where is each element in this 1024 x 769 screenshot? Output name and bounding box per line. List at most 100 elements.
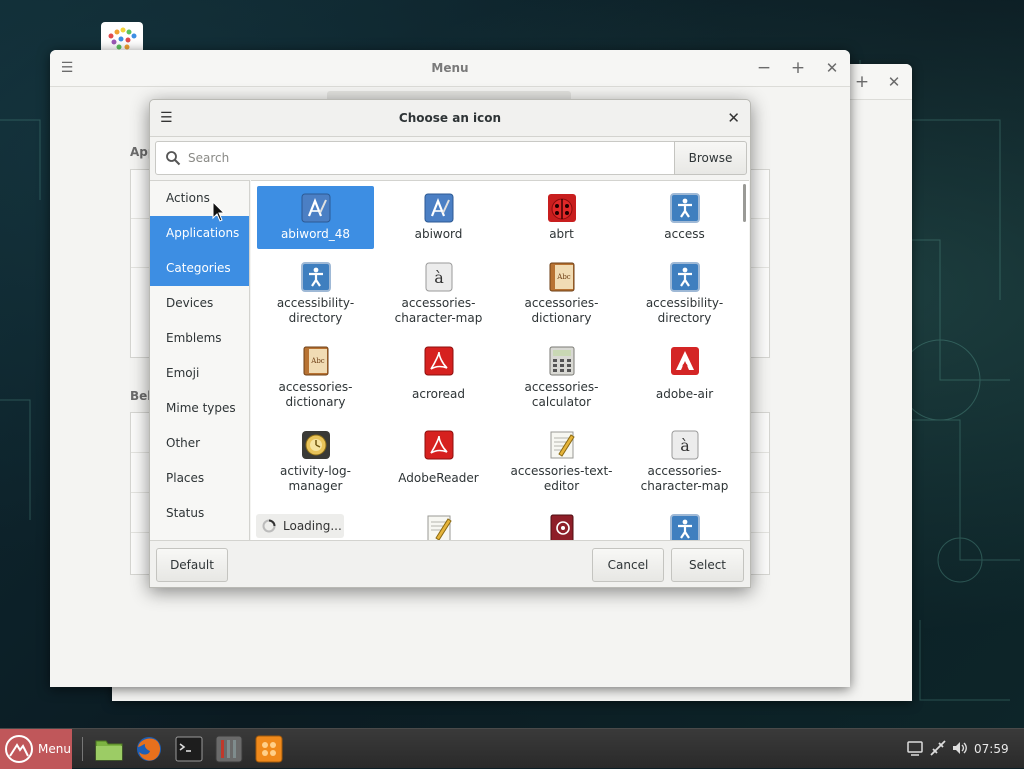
network-icon[interactable] <box>929 739 947 757</box>
character-map-icon: à <box>425 262 452 292</box>
maximize-button[interactable]: + <box>845 64 879 100</box>
cancel-button[interactable]: Cancel <box>592 548 664 582</box>
icon-label: accessories-character-map <box>394 296 483 325</box>
category-item-devices[interactable]: Devices <box>150 286 249 321</box>
category-item-emoji[interactable]: Emoji <box>150 356 249 391</box>
icon-cell[interactable]: accessories-calculator <box>503 346 620 416</box>
spinner-icon <box>262 519 276 533</box>
icon-grid-view: abiword_48 abiword abrt access accessibi… <box>251 180 749 542</box>
icon-cell[interactable]: activity-log-manager <box>257 430 374 500</box>
svg-text:Abc: Abc <box>556 273 571 281</box>
start-menu-label: Menu <box>38 742 71 756</box>
menu-window-headerbar: ☰ Menu − + ✕ <box>50 50 850 87</box>
text-editor-icon <box>550 431 575 459</box>
accessibility-icon <box>669 262 700 292</box>
svg-text:à: à <box>680 436 690 455</box>
icon-label: accessories-dictionary <box>278 380 353 409</box>
accessibility-icon <box>669 193 700 223</box>
dialog-headerbar: ☰ Choose an icon ✕ <box>150 100 750 137</box>
icon-label: accessibility-directory <box>276 296 355 325</box>
search-field[interactable] <box>155 141 675 175</box>
icon-label: acroread <box>412 387 465 401</box>
icon-cell[interactable]: adobe-air <box>626 346 743 416</box>
icon-label: accessories-calculator <box>524 380 599 409</box>
firefox-icon[interactable] <box>135 735 163 763</box>
icon-label: accessories-character-map <box>640 464 729 493</box>
icon-cell[interactable]: à accessories-character-map <box>626 430 743 500</box>
address-book-icon <box>550 514 573 542</box>
settings-icon[interactable] <box>215 735 243 763</box>
category-item-actions[interactable]: Actions <box>150 181 249 216</box>
file-manager-icon[interactable] <box>95 735 123 763</box>
icon-label: abiword_48 <box>280 227 351 241</box>
text-editor-icon <box>427 515 452 542</box>
svg-text:à: à <box>434 268 444 287</box>
category-item-mime-types[interactable]: Mime types <box>150 391 249 426</box>
desktop-app-icon[interactable] <box>101 22 143 52</box>
search-input[interactable] <box>186 142 666 174</box>
choose-icon-dialog: ☰ Choose an icon ✕ Browse Actions Applic… <box>149 99 751 588</box>
icon-cell[interactable]: accessories-text-editor <box>503 430 620 500</box>
category-item-other[interactable]: Other <box>150 426 249 461</box>
icon-cell[interactable]: acroread <box>380 346 497 416</box>
window-title: Menu <box>431 61 469 75</box>
icon-cell[interactable]: Abc accessories-dictionary <box>257 346 374 416</box>
start-menu-button[interactable]: Menu <box>0 729 72 769</box>
character-map-icon: à <box>671 430 698 460</box>
category-item-places[interactable]: Places <box>150 461 249 496</box>
loading-indicator: Loading... <box>256 514 344 538</box>
loading-text: Loading... <box>283 519 342 533</box>
default-button[interactable]: Default <box>156 548 228 582</box>
icon-cell[interactable]: abrt <box>503 186 620 249</box>
calculator-icon <box>549 346 574 376</box>
accessibility-icon <box>300 262 331 292</box>
close-icon[interactable]: ✕ <box>727 100 740 137</box>
icon-cell[interactable]: Abc accessories-dictionary <box>503 262 620 332</box>
icon-cell[interactable] <box>626 514 743 542</box>
display-icon[interactable] <box>906 739 924 757</box>
icon-label: accessories-text-editor <box>510 464 613 493</box>
taskbar: Menu 07:59 <box>0 728 1024 769</box>
icon-cell[interactable]: abiword_48 <box>257 186 374 249</box>
category-item-emblems[interactable]: Emblems <box>150 321 249 356</box>
icon-label: abrt <box>549 227 574 241</box>
icon-cell[interactable]: AdobeReader <box>380 430 497 500</box>
scrollbar[interactable] <box>743 184 746 222</box>
browse-button[interactable]: Browse <box>674 141 747 175</box>
dictionary-icon: Abc <box>303 346 328 376</box>
accessibility-icon <box>669 514 700 542</box>
terminal-icon[interactable] <box>175 735 203 763</box>
icon-cell[interactable]: accessibility-directory <box>626 262 743 332</box>
icon-label: abiword <box>414 227 463 241</box>
close-button[interactable]: ✕ <box>877 64 911 100</box>
minimize-button[interactable]: − <box>747 50 781 86</box>
icon-label: accessibility-directory <box>645 296 724 325</box>
category-item-categories[interactable]: Categories <box>150 251 249 286</box>
search-icon <box>166 151 181 166</box>
icon-cell[interactable] <box>380 514 497 542</box>
icon-cell[interactable] <box>503 514 620 542</box>
dialog-footer: Default Cancel Select <box>150 540 750 587</box>
taskbar-separator <box>82 737 83 761</box>
icon-label: activity-log-manager <box>280 464 351 493</box>
close-button[interactable]: ✕ <box>815 50 849 86</box>
dialog-title: Choose an icon <box>398 111 502 125</box>
icon-label: AdobeReader <box>398 471 479 485</box>
maximize-button[interactable]: + <box>781 50 815 86</box>
clock[interactable]: 07:59 <box>974 729 1009 769</box>
icon-cell[interactable]: abiword <box>380 186 497 249</box>
dictionary-icon: Abc <box>549 262 574 292</box>
icon-cell[interactable]: à accessories-character-map <box>380 262 497 332</box>
software-manager-icon[interactable] <box>255 735 283 763</box>
category-item-applications[interactable]: Applications <box>150 216 249 251</box>
abrt-ladybug-icon <box>547 194 576 222</box>
activity-log-icon <box>301 431 330 459</box>
icon-cell[interactable]: access <box>626 186 743 249</box>
icon-cell[interactable]: accessibility-directory <box>257 262 374 332</box>
mouse-cursor-icon <box>212 201 226 222</box>
icon-label: access <box>664 227 705 241</box>
select-button[interactable]: Select <box>671 548 744 582</box>
category-item-status[interactable]: Status <box>150 496 249 531</box>
abiword-icon <box>424 193 453 223</box>
volume-icon[interactable] <box>951 739 969 757</box>
